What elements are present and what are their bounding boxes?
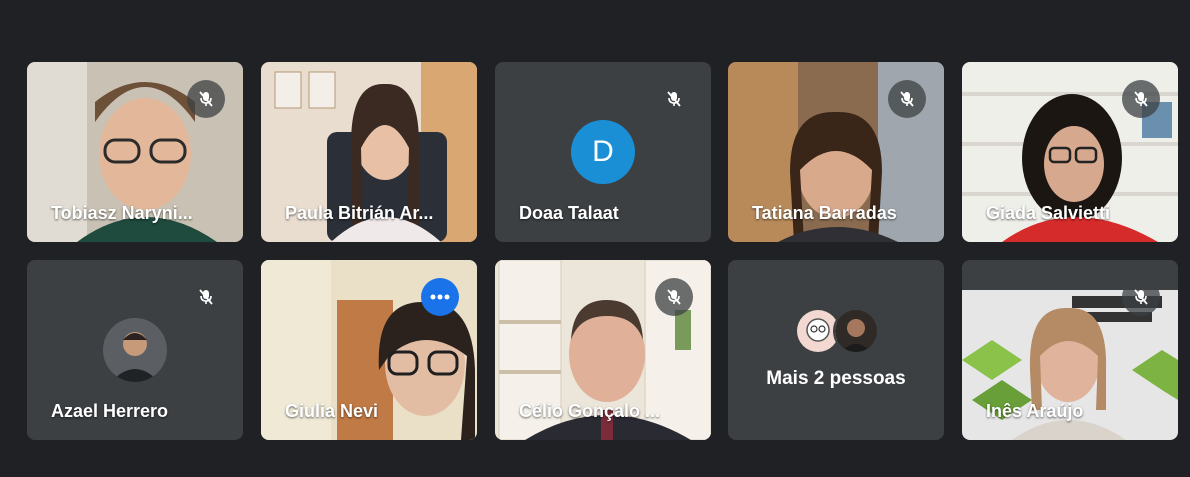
participant-name: Doaa Talaat: [519, 203, 619, 223]
participant-name: Giada Salvietti: [986, 203, 1111, 223]
participant-name: Tatiana Barradas: [752, 203, 897, 223]
mic-off-icon: [655, 80, 693, 118]
participant-tile-giulia[interactable]: Giulia Nevi: [261, 260, 477, 440]
others-count-label: Mais 2 pessoas: [766, 368, 906, 389]
participant-tile-paula[interactable]: Paula Bitrián Ar...: [261, 62, 477, 242]
participant-name: Giulia Nevi: [285, 401, 379, 421]
others-tile[interactable]: Mais 2 pessoas: [728, 260, 944, 440]
participant-tile-tobiasz[interactable]: Tobiasz Naryni...: [27, 62, 243, 242]
participant-tile-ines[interactable]: Inês Araújo: [962, 260, 1178, 440]
participant-name: Azael Herrero: [51, 401, 169, 421]
participant-avatar: [103, 318, 167, 382]
participant-tile-giada[interactable]: Giada Salvietti: [962, 62, 1178, 242]
participant-tile-celio[interactable]: Célio Gonçalo ...: [495, 260, 711, 440]
more-options-icon[interactable]: [421, 278, 459, 316]
mic-off-icon: [888, 80, 926, 118]
participant-avatar: D: [571, 120, 635, 184]
participant-tile-doaa[interactable]: D Doaa Talaat: [495, 62, 711, 242]
mic-off-icon: [1122, 278, 1160, 316]
participant-name: Célio Gonçalo ...: [519, 401, 661, 421]
participant-name: Inês Araújo: [986, 401, 1084, 421]
mic-off-icon: [187, 80, 225, 118]
other-participant-avatar: [833, 308, 879, 354]
participant-name: Tobiasz Naryni...: [51, 203, 193, 223]
participant-tile-azael[interactable]: Azael Herrero: [27, 260, 243, 440]
mic-off-icon: [187, 278, 225, 316]
participant-tile-tatiana[interactable]: Tatiana Barradas: [728, 62, 944, 242]
participant-name: Paula Bitrián Ar...: [285, 203, 434, 223]
mic-off-icon: [655, 278, 693, 316]
mic-off-icon: [1122, 80, 1160, 118]
